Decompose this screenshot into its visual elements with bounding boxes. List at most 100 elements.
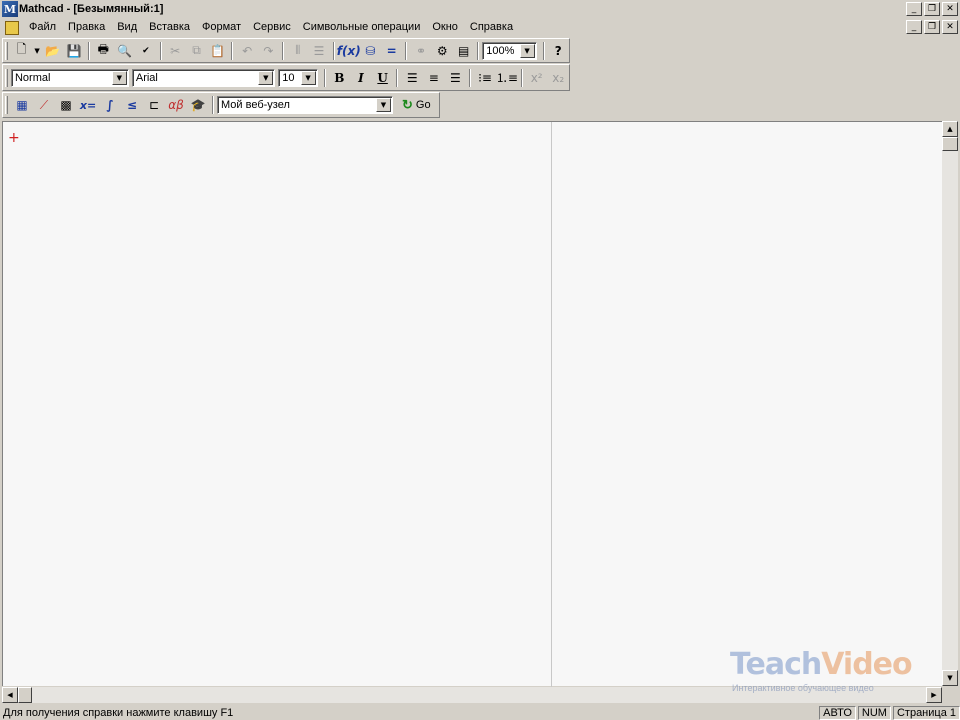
web-location-select[interactable]: Мой веб-узел ▼ — [217, 96, 393, 114]
go-label: Go — [415, 99, 431, 111]
vertical-scroll-thumb[interactable] — [942, 137, 958, 151]
font-value: Arial — [135, 71, 158, 84]
menu-symbolics[interactable]: Символьные операции — [297, 19, 427, 36]
math-toolbar: ▦ ⟋ ▩ x= ∫ ≤ ⊏ αβ 🎓 Мой веб-узел ▼ ↻ Go — [2, 92, 440, 118]
spell-check-icon[interactable]: ✔ — [135, 40, 156, 61]
vertical-scrollbar[interactable]: ▲ ▼ — [942, 121, 958, 686]
toolbar-grip[interactable] — [5, 41, 8, 60]
worksheet[interactable]: + — [2, 121, 942, 687]
scroll-up-icon[interactable]: ▲ — [942, 121, 958, 137]
new-document-icon[interactable]: 🗋 — [11, 40, 32, 61]
minimize-button[interactable]: _ — [906, 2, 922, 16]
chevron-down-icon[interactable]: ▼ — [111, 70, 127, 85]
go-arrow-icon: ↻ — [402, 97, 413, 112]
bold-button[interactable]: B — [329, 67, 351, 88]
scroll-right-icon[interactable]: ▶ — [926, 687, 942, 703]
workspace: + ▲ ▼ ◀ ▶ TeachVideo Интерактивное обуча… — [0, 119, 960, 705]
greek-icon[interactable]: αβ — [165, 95, 187, 116]
copy-icon[interactable]: ⧉ — [186, 40, 207, 61]
horizontal-scroll-thumb[interactable] — [18, 687, 32, 703]
chevron-down-icon[interactable]: ▼ — [258, 70, 274, 85]
style-select[interactable]: Normal ▼ — [10, 68, 129, 87]
bullet-list-icon[interactable]: ⁝≡ — [474, 67, 496, 88]
font-size-value: 10 — [282, 71, 295, 84]
matrix-icon[interactable]: ▩ — [55, 95, 77, 116]
align-left-icon[interactable]: ☰ — [401, 67, 423, 88]
chevron-down-icon[interactable]: ▼ — [519, 43, 535, 58]
symbolic-icon[interactable]: 🎓 — [187, 95, 209, 116]
print-preview-icon[interactable]: 🔍 — [114, 40, 135, 61]
programming-icon[interactable]: ⊏ — [143, 95, 165, 116]
underline-button[interactable]: U — [372, 67, 394, 88]
align-across-icon[interactable]: ⫴ — [287, 40, 308, 61]
page-break-line — [551, 122, 552, 687]
insert-function-icon[interactable]: f(x) — [337, 40, 361, 61]
save-icon[interactable]: 💾 — [63, 40, 84, 61]
status-page: Страница 1 — [892, 705, 960, 720]
toolbar-grip[interactable] — [5, 68, 8, 87]
subscript-icon[interactable]: x₂ — [547, 67, 569, 88]
chevron-down-icon[interactable]: ▼ — [300, 70, 316, 85]
status-mode: АВТО — [819, 705, 856, 720]
redo-icon[interactable]: ↷ — [258, 40, 279, 61]
new-dropdown-icon[interactable]: ▼ — [32, 40, 42, 61]
title-bar: M Mathcad - [Безымянный:1] _ ❐ ✕ — [0, 0, 960, 18]
italic-button[interactable]: I — [350, 67, 372, 88]
calculus-icon[interactable]: ∫ — [99, 95, 121, 116]
insert-component-icon[interactable]: ⚙ — [432, 40, 453, 61]
superscript-icon[interactable]: x² — [526, 67, 548, 88]
font-select[interactable]: Arial ▼ — [131, 68, 276, 87]
calculate-icon[interactable]: = — [381, 40, 402, 61]
close-button[interactable]: ✕ — [942, 2, 958, 16]
status-bar: Для получения справки нажмите клавишу F1… — [0, 705, 960, 720]
formatting-toolbar: Normal ▼ Arial ▼ 10 ▼ B I U ☰ ≡ ☰ ⁝≡ ⒈≡ … — [2, 64, 570, 91]
document-icon[interactable] — [5, 20, 19, 35]
restore-button[interactable]: ❐ — [924, 2, 940, 16]
status-help-text: Для получения справки нажмите клавишу F1 — [3, 706, 234, 719]
menu-help[interactable]: Справка — [464, 19, 519, 36]
doc-restore-button[interactable]: ❐ — [924, 20, 940, 34]
insertion-crosshair-icon: + — [8, 130, 20, 146]
zoom-value: 100% — [486, 44, 515, 57]
scroll-down-icon[interactable]: ▼ — [942, 670, 958, 686]
boolean-icon[interactable]: ≤ — [121, 95, 143, 116]
style-value: Normal — [14, 71, 51, 84]
calculator-icon[interactable]: ▦ — [11, 95, 33, 116]
teachvideo-watermark: TeachVideo — [730, 647, 913, 682]
menu-file[interactable]: Файл — [23, 19, 62, 36]
print-icon[interactable]: 🖶 — [93, 40, 114, 61]
numbered-list-icon[interactable]: ⒈≡ — [496, 67, 518, 88]
toolbar-grip[interactable] — [5, 96, 8, 114]
menu-insert[interactable]: Вставка — [143, 19, 196, 36]
help-icon[interactable]: ? — [548, 40, 569, 61]
window-title: Mathcad - [Безымянный:1] — [19, 3, 164, 15]
doc-minimize-button[interactable]: _ — [906, 20, 922, 34]
insert-hyperlink-icon[interactable]: ⚭ — [410, 40, 431, 61]
evaluation-icon[interactable]: x= — [77, 95, 99, 116]
chevron-down-icon[interactable]: ▼ — [376, 98, 391, 112]
menu-view[interactable]: Вид — [111, 19, 143, 36]
undo-icon[interactable]: ↶ — [236, 40, 257, 61]
watermark-subtitle: Интерактивное обучающее видео — [732, 683, 874, 693]
menu-format[interactable]: Формат — [196, 19, 247, 36]
cut-icon[interactable]: ✂ — [165, 40, 186, 61]
paste-icon[interactable]: 📋 — [207, 40, 228, 61]
doc-close-button[interactable]: ✕ — [942, 20, 958, 34]
align-right-icon[interactable]: ☰ — [445, 67, 467, 88]
resource-center-icon[interactable]: ▤ — [453, 40, 474, 61]
go-button[interactable]: ↻ Go — [396, 95, 437, 115]
font-size-select[interactable]: 10 ▼ — [278, 68, 318, 87]
graph-icon[interactable]: ⟋ — [33, 95, 55, 116]
menu-window[interactable]: Окно — [426, 19, 464, 36]
align-center-icon[interactable]: ≡ — [423, 67, 445, 88]
scroll-left-icon[interactable]: ◀ — [2, 687, 18, 703]
align-down-icon[interactable]: ☰ — [308, 40, 329, 61]
menu-bar: Файл Правка Вид Вставка Формат Сервис Си… — [0, 18, 900, 37]
menu-edit[interactable]: Правка — [62, 19, 111, 36]
zoom-select[interactable]: 100% ▼ — [482, 41, 537, 60]
web-location-value: Мой веб-узел — [221, 99, 290, 111]
menu-tools[interactable]: Сервис — [247, 19, 297, 36]
open-folder-icon[interactable]: 📂 — [42, 40, 63, 61]
mathcad-logo-icon: M — [2, 1, 18, 17]
insert-unit-icon[interactable]: ⛁ — [360, 40, 381, 61]
